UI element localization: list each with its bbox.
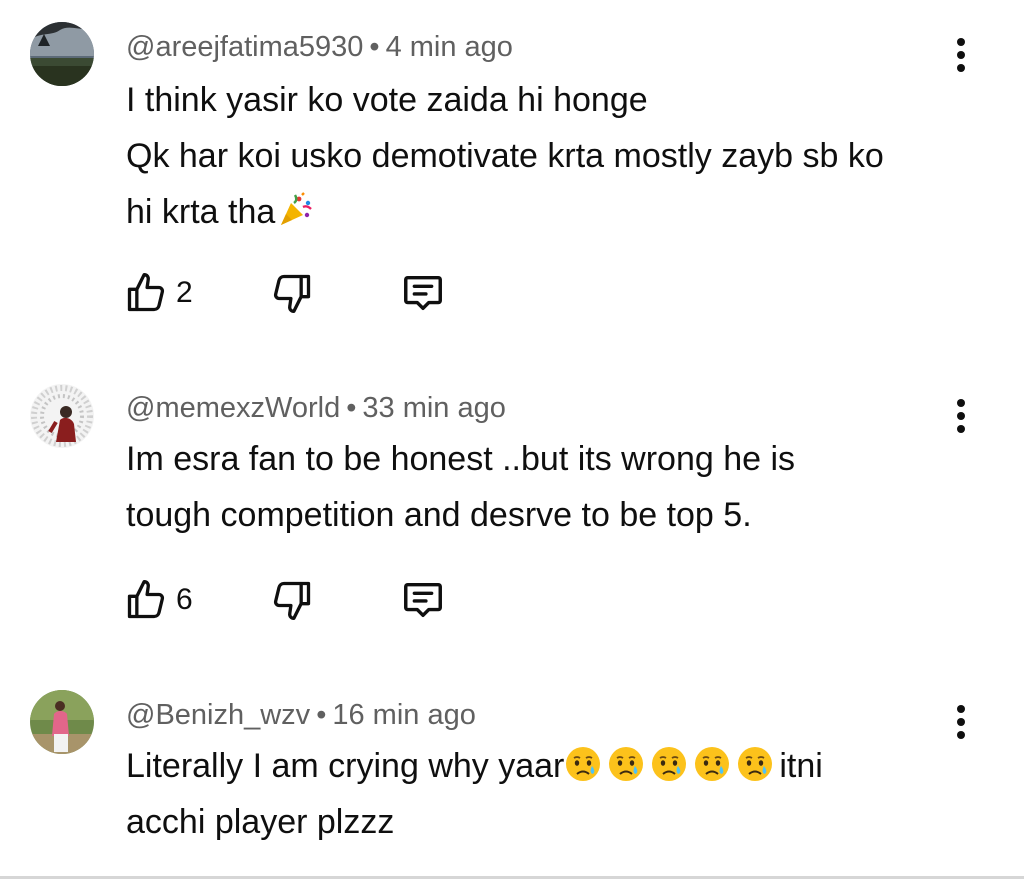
like-count: 2 — [176, 276, 193, 309]
comment-author[interactable]: @areejfatima5930 — [126, 31, 363, 63]
like-button[interactable]: 6 — [124, 575, 193, 625]
thumbs-down-icon — [273, 581, 311, 620]
meta-separator: • — [369, 31, 380, 63]
comment-line-text: Literally I am crying why yaar — [126, 747, 565, 785]
comment-2: @memexzWorld • 33 min ago Im esra fan to b… — [0, 340, 1024, 660]
divider — [0, 876, 1024, 879]
comment-author[interactable]: @memexzWorld — [126, 392, 340, 424]
crying-face-emoji — [566, 747, 601, 781]
crying-face-emoji — [609, 747, 644, 781]
meta-separator: • — [316, 699, 327, 731]
comment-text: Im esra fan to be honest ..but its wrong… — [126, 431, 986, 543]
comment-time: 4 min ago — [385, 31, 513, 63]
comment-line: tough competition and desrve to be top 5… — [126, 496, 752, 534]
crying-face-emoji — [738, 747, 773, 781]
more-vertical-icon[interactable] — [944, 33, 978, 77]
comment-3: @Benizh_wzv • 16 min ago Literally I am cr… — [0, 660, 1024, 876]
thumbs-up-icon — [127, 273, 165, 312]
comment-icon — [404, 582, 442, 618]
like-button[interactable]: 2 — [124, 268, 193, 318]
comment-actions: 6 — [0, 575, 1024, 625]
comment-author[interactable]: @Benizh_wzv — [126, 699, 310, 731]
reply-button[interactable] — [400, 575, 446, 625]
like-count: 6 — [176, 583, 193, 616]
comment-meta: @areejfatima5930 • 4 min ago — [126, 30, 513, 64]
meta-separator: • — [346, 392, 357, 424]
comment-actions: 2 — [0, 268, 1024, 318]
avatar[interactable] — [30, 384, 94, 448]
party-popper-emoji — [281, 192, 313, 225]
reply-button[interactable] — [400, 268, 446, 318]
comment-line: Im esra fan to be honest ..but its wrong… — [126, 440, 796, 478]
comment-line: Literally I am crying why yaar itni — [126, 738, 986, 794]
avatar[interactable] — [30, 22, 94, 86]
dislike-button[interactable] — [270, 575, 314, 625]
thumbs-down-icon — [273, 274, 311, 313]
comment-line-text: hi krta tha — [126, 193, 276, 231]
comment-meta: @memexzWorld • 33 min ago — [126, 391, 506, 425]
comment-line: hi krta tha — [126, 184, 986, 240]
comment-icon — [404, 275, 442, 311]
crying-face-emoji — [695, 747, 730, 781]
comment-meta: @Benizh_wzv • 16 min ago — [126, 698, 476, 732]
comment-line: Qk har koi usko demotivate krta mostly z… — [126, 137, 884, 175]
comment-line: I think yasir ko vote zaida hi honge — [126, 81, 648, 119]
crying-face-emoji — [652, 747, 687, 781]
comment-text: Literally I am crying why yaar itni acchi… — [126, 738, 986, 850]
crying-face-emoji-group — [564, 747, 779, 785]
comment-time: 16 min ago — [332, 699, 476, 731]
comment-1: @areejfatima5930 • 4 min ago I think yasir… — [0, 0, 1024, 340]
dislike-button[interactable] — [270, 268, 314, 318]
thumbs-up-icon — [127, 580, 165, 619]
avatar[interactable] — [30, 690, 94, 754]
comment-time: 33 min ago — [362, 392, 506, 424]
comment-text: I think yasir ko vote zaida hi honge Qk … — [126, 72, 986, 240]
comment-line: acchi player plzzz — [126, 803, 395, 841]
comment-line-text: itni — [779, 747, 823, 785]
